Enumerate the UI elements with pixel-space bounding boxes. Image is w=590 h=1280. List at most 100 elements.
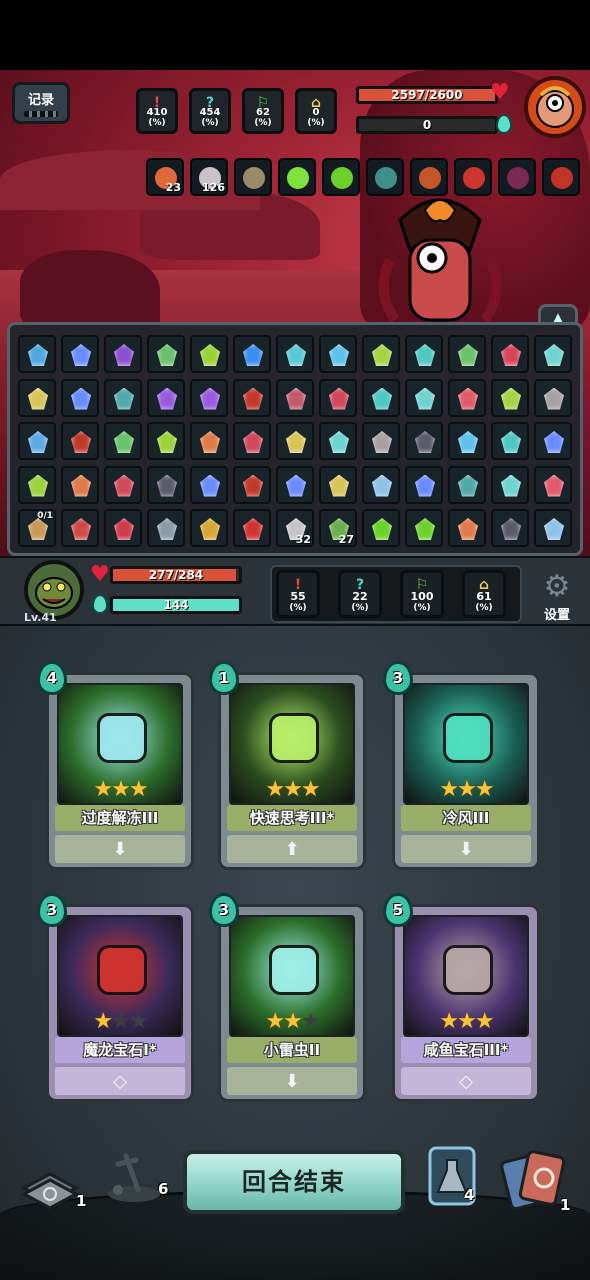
- inventory-slot[interactable]: [276, 465, 314, 504]
- enemy-buff[interactable]: [234, 158, 272, 196]
- inventory-slot[interactable]: [190, 465, 228, 504]
- inventory-slot[interactable]: [233, 378, 271, 417]
- card-action[interactable]: ◇: [55, 1067, 185, 1095]
- inventory-slot[interactable]: [534, 509, 572, 547]
- enemy-buff[interactable]: [322, 158, 360, 196]
- enemy-buff[interactable]: [498, 158, 536, 196]
- inventory-slot[interactable]: [104, 509, 142, 547]
- inventory-slot[interactable]: 32: [276, 509, 314, 547]
- card-action[interactable]: ⬆: [227, 835, 357, 863]
- inventory-slot[interactable]: [276, 378, 314, 417]
- card-action[interactable]: ⬇: [401, 835, 531, 863]
- end-turn-button[interactable]: 回合结束: [183, 1150, 405, 1214]
- inventory-slot[interactable]: [448, 465, 486, 504]
- green-crystal-icon: [28, 474, 48, 497]
- inventory-slot[interactable]: [362, 422, 400, 460]
- enemy-buff[interactable]: [278, 158, 316, 196]
- skill-card[interactable]: ★★★ 咸鱼宝石III* ◇ 5: [383, 893, 540, 1102]
- inventory-slot[interactable]: [147, 335, 185, 373]
- inventory-slot[interactable]: [362, 465, 400, 504]
- inventory-slot[interactable]: [233, 465, 271, 504]
- inventory-slot[interactable]: [276, 335, 314, 373]
- inventory-slot[interactable]: [534, 335, 572, 373]
- enemy-portrait[interactable]: [524, 76, 586, 138]
- inventory-slot[interactable]: [147, 509, 185, 547]
- skill-card[interactable]: ★★★ 魔龙宝石I* ◇ 3: [37, 893, 194, 1102]
- discard-pile-button[interactable]: 1: [500, 1148, 572, 1214]
- card-action[interactable]: ⬇: [227, 1067, 357, 1095]
- inventory-slot[interactable]: [61, 335, 99, 373]
- inventory-slot[interactable]: [491, 465, 529, 504]
- card-action[interactable]: ⬇: [55, 835, 185, 863]
- inventory-slot[interactable]: [147, 465, 185, 504]
- card-action[interactable]: ◇: [401, 1067, 531, 1095]
- inventory-slot[interactable]: [405, 335, 443, 373]
- potion-button[interactable]: 4: [428, 1146, 476, 1206]
- inventory-slot[interactable]: [104, 335, 142, 373]
- inventory-slot[interactable]: [448, 335, 486, 373]
- inventory-slot[interactable]: [18, 378, 56, 417]
- enemy-energy-text: 0: [422, 118, 432, 132]
- inventory-slot[interactable]: [491, 422, 529, 460]
- star-icon: ★: [111, 777, 131, 802]
- inventory-slot[interactable]: [18, 422, 56, 460]
- inventory-slot[interactable]: [104, 465, 142, 504]
- enemy-buff[interactable]: [542, 158, 580, 196]
- enemy-buff[interactable]: [366, 158, 404, 196]
- inventory-slot[interactable]: 27: [319, 509, 357, 547]
- inventory-slot[interactable]: [233, 422, 271, 460]
- grave-pile-button[interactable]: 6: [104, 1150, 168, 1204]
- inventory-slot[interactable]: [405, 378, 443, 417]
- enemy-buff[interactable]: 23: [146, 158, 184, 196]
- inventory-slot[interactable]: [534, 465, 572, 504]
- inventory-slot[interactable]: [319, 335, 357, 373]
- inventory-slot[interactable]: [319, 378, 357, 417]
- inventory-slot[interactable]: [319, 465, 357, 504]
- inventory-slot[interactable]: [147, 378, 185, 417]
- inventory-slot[interactable]: [61, 465, 99, 504]
- inventory-slot[interactable]: [362, 509, 400, 547]
- inventory-slot[interactable]: [491, 509, 529, 547]
- inventory-slot[interactable]: [147, 422, 185, 460]
- inventory-slot[interactable]: [18, 335, 56, 373]
- skill-card[interactable]: ★★★ 冷风III ⬇ 3: [383, 661, 540, 870]
- inventory-slot[interactable]: [448, 378, 486, 417]
- inventory-slot[interactable]: [448, 509, 486, 547]
- inventory-slot[interactable]: [233, 335, 271, 373]
- inventory-slot[interactable]: [104, 378, 142, 417]
- enemy-buff[interactable]: 126: [190, 158, 228, 196]
- inventory-slot[interactable]: [362, 335, 400, 373]
- inventory-slot[interactable]: [190, 509, 228, 547]
- inventory-slot[interactable]: [233, 509, 271, 547]
- inventory-slot[interactable]: [319, 422, 357, 460]
- inventory-slot[interactable]: [491, 335, 529, 373]
- draw-pile-button[interactable]: 1: [20, 1166, 86, 1212]
- inventory-slot[interactable]: [190, 378, 228, 417]
- enemy-monster[interactable]: [370, 190, 510, 330]
- skill-card[interactable]: ★★★ 快速思考III* ⬆ 1: [209, 661, 366, 870]
- inventory-slot[interactable]: [61, 509, 99, 547]
- inventory-slot[interactable]: [405, 509, 443, 547]
- inventory-slot[interactable]: [491, 378, 529, 417]
- inventory-slot[interactable]: [104, 422, 142, 460]
- inventory-slot[interactable]: [190, 422, 228, 460]
- inventory-slot[interactable]: 0/1: [18, 509, 56, 547]
- record-button[interactable]: 记录: [12, 82, 70, 124]
- inventory-slot[interactable]: [405, 465, 443, 504]
- inventory-slot[interactable]: [534, 422, 572, 460]
- inventory-slot[interactable]: [448, 422, 486, 460]
- inventory-slot[interactable]: [276, 422, 314, 460]
- inventory-slot[interactable]: [61, 378, 99, 417]
- inventory-slot[interactable]: [190, 335, 228, 373]
- inventory-slot[interactable]: [534, 378, 572, 417]
- enemy-buff[interactable]: [454, 158, 492, 196]
- enemy-buff[interactable]: [410, 158, 448, 196]
- stat-glyph-icon: ?: [205, 95, 215, 111]
- inventory-slot[interactable]: [61, 422, 99, 460]
- inventory-slot[interactable]: [362, 378, 400, 417]
- settings-button[interactable]: ⚙ 设置: [535, 570, 579, 624]
- inventory-slot[interactable]: [18, 465, 56, 504]
- inventory-slot[interactable]: [405, 422, 443, 460]
- skill-card[interactable]: ★★★ 小雷虫II ⬇ 3: [209, 893, 366, 1102]
- skill-card[interactable]: ★★★ 过度解冻III ⬇ 4: [37, 661, 194, 870]
